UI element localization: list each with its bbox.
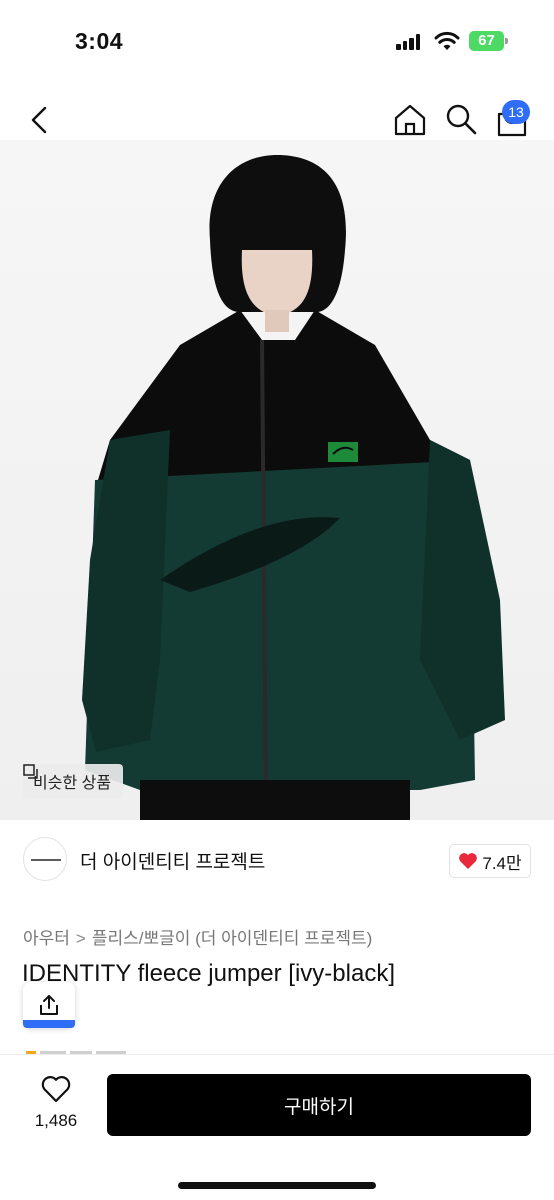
back-button[interactable] bbox=[24, 104, 56, 136]
breadcrumb-subcategory[interactable]: 플리스/뽀글이 (더 아이덴티티 프로젝트) bbox=[92, 929, 372, 948]
similar-items-icon bbox=[23, 764, 38, 779]
home-button[interactable] bbox=[392, 102, 428, 138]
product-image[interactable]: 비슷한 상품 bbox=[0, 140, 554, 820]
product-title: IDENTITY fleece jumper [ivy-black] bbox=[22, 960, 395, 987]
battery-level: 67 bbox=[469, 31, 504, 51]
bottom-action-bar: 1,486 구매하기 bbox=[0, 1054, 554, 1200]
brand-row[interactable]: 더 아이덴티티 프로젝트 7.4만 bbox=[0, 820, 554, 902]
rating-row-peek bbox=[26, 1044, 166, 1054]
battery-icon: 67 bbox=[469, 31, 509, 51]
wifi-icon bbox=[434, 30, 460, 52]
wishlist-count: 1,486 bbox=[34, 1111, 78, 1130]
status-time: 3:04 bbox=[75, 28, 124, 54]
brand-logo[interactable] bbox=[23, 837, 67, 881]
brand-name[interactable]: 더 아이덴티티 프로젝트 bbox=[80, 847, 265, 874]
search-icon bbox=[446, 104, 477, 135]
wishlist-button[interactable]: 1,486 bbox=[22, 1075, 90, 1145]
heart-outline-icon bbox=[41, 1076, 71, 1103]
home-icon bbox=[394, 104, 426, 136]
similar-products-label: 비슷한 상품 bbox=[33, 775, 112, 792]
brand-like-button[interactable]: 7.4만 bbox=[449, 844, 531, 878]
cart-count-badge: 13 bbox=[502, 100, 530, 124]
search-button[interactable] bbox=[444, 102, 478, 136]
similar-products-button[interactable]: 비슷한 상품 bbox=[23, 764, 124, 798]
breadcrumb-category[interactable]: 아우터 bbox=[23, 929, 70, 948]
buy-button[interactable]: 구매하기 bbox=[107, 1074, 531, 1136]
brand-like-count: 7.4만 bbox=[482, 853, 522, 873]
status-bar: 3:04 67 bbox=[0, 0, 554, 80]
breadcrumb: 아우터 > 플리스/뽀글이 (더 아이덴티티 프로젝트) bbox=[23, 924, 372, 949]
breadcrumb-separator: > bbox=[75, 929, 86, 948]
cellular-signal-icon bbox=[396, 34, 422, 50]
share-button-accent bbox=[23, 1020, 75, 1028]
share-icon bbox=[40, 995, 58, 1015]
heart-filled-icon bbox=[459, 853, 478, 869]
home-indicator bbox=[178, 1182, 376, 1189]
chevron-left-icon bbox=[31, 106, 47, 134]
